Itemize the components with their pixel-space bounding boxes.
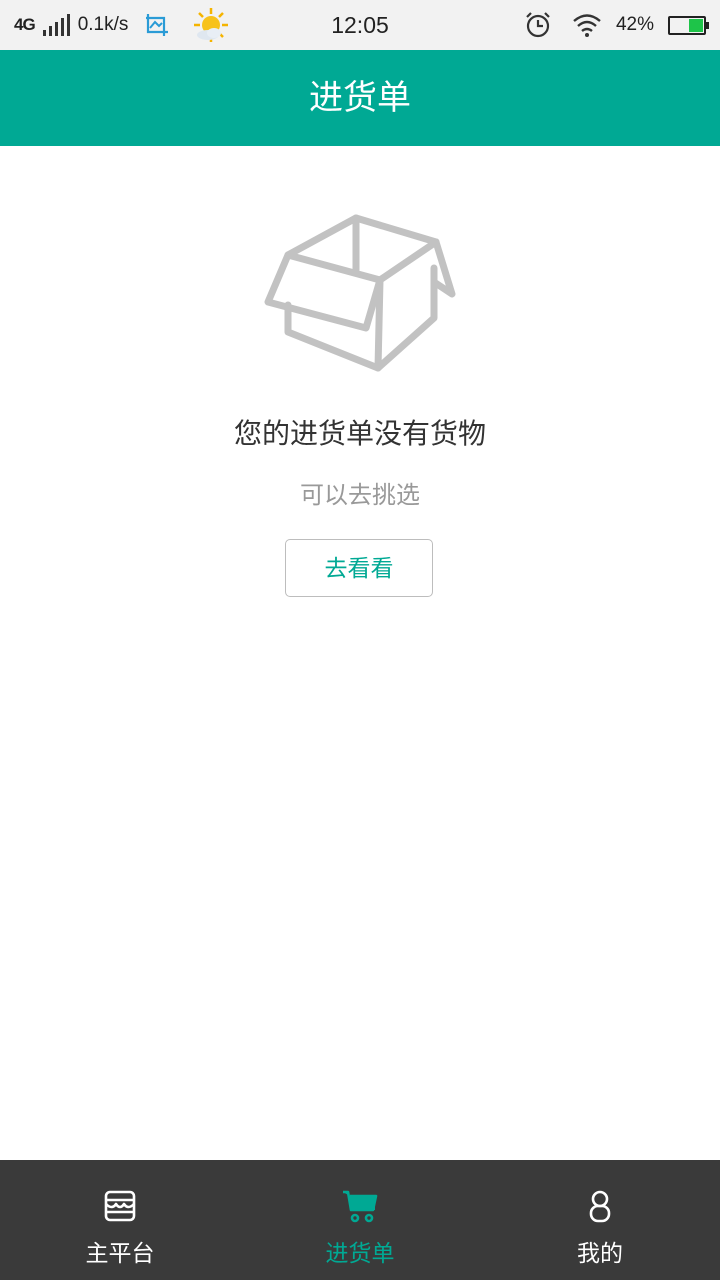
nav-label-home: 主平台 [85,1241,155,1267]
nav-label-profile: 我的 [577,1241,623,1267]
store-icon [104,1190,136,1222]
battery-fill [688,18,703,32]
open-box-icon [264,214,456,372]
nav-item-home[interactable]: 主平台 [0,1160,240,1280]
page-title: 进货单 [0,50,720,146]
status-right: 42% [524,0,709,50]
alarm-icon [526,12,550,38]
empty-subtitle: 可以去挑选 [300,481,420,509]
status-bar: 4G 0.1k/s 12:05 42% [0,0,720,50]
battery-icon [668,15,709,35]
app-screen: 4G 0.1k/s 12:05 42% 进货单 您的进货单没有货物 可以去挑选 … [0,0,720,1280]
battery-percent: 42% [615,14,654,35]
browse-button[interactable]: 去看看 [285,539,433,597]
cart-icon [343,1190,378,1223]
user-icon [589,1190,611,1223]
nav-label-cart: 进货单 [325,1241,395,1267]
empty-title: 您的进货单没有货物 [233,417,486,450]
wifi-icon [573,14,601,37]
nav-item-cart[interactable]: 进货单 [240,1160,480,1280]
bottom-nav: 主平台 进货单 我的 [0,1160,720,1280]
nav-item-profile[interactable]: 我的 [480,1160,720,1280]
